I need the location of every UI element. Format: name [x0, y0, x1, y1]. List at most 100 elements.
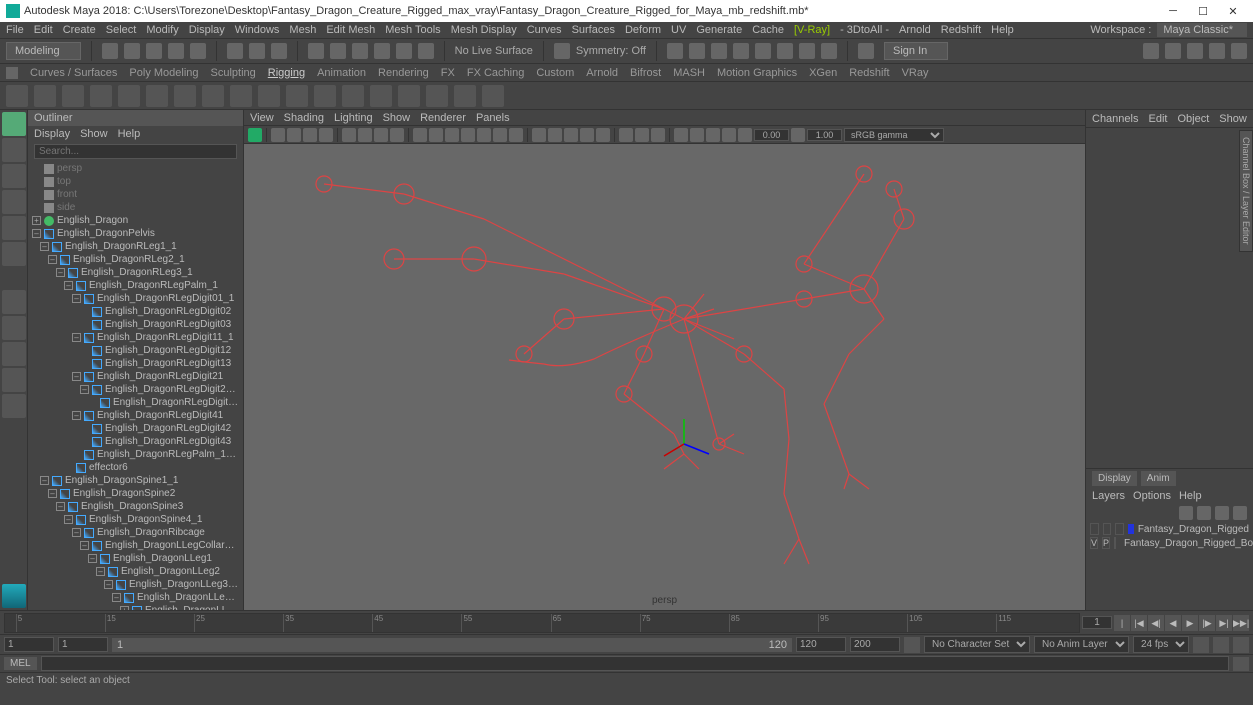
vp-icon-5[interactable] — [319, 128, 333, 142]
layer-menu-options[interactable]: Options — [1133, 490, 1171, 502]
hypershade-icon[interactable] — [858, 43, 874, 59]
shelf-icon-5[interactable] — [118, 85, 140, 107]
expander-icon[interactable]: – — [72, 333, 81, 342]
outputs-icon[interactable] — [711, 43, 727, 59]
menu-edit[interactable]: Edit — [34, 24, 53, 36]
menu-generate[interactable]: Generate — [696, 24, 742, 36]
layer-type[interactable] — [1115, 523, 1124, 535]
menu-redshift[interactable]: Redshift — [941, 24, 981, 36]
expander-icon[interactable]: – — [48, 489, 57, 498]
tab-anim[interactable]: Anim — [1141, 471, 1176, 486]
layout4-icon[interactable] — [1209, 43, 1225, 59]
goto-end-button[interactable]: ▶▶| — [1233, 615, 1249, 631]
layer-menu-help[interactable]: Help — [1179, 490, 1202, 502]
layer-icon-3[interactable] — [1215, 506, 1229, 520]
vp-icon-13[interactable] — [461, 128, 475, 142]
viewport-menu-panels[interactable]: Panels — [476, 112, 510, 124]
tree-item[interactable]: –English_DragonSpine4_1 — [28, 513, 243, 526]
layout-tool-5[interactable] — [2, 394, 26, 418]
layout-tool-1[interactable] — [2, 290, 26, 314]
time-ruler[interactable]: 5152535455565758595105115 — [4, 613, 1080, 633]
loop-icon[interactable] — [1193, 637, 1209, 653]
shelf-icon-1[interactable] — [6, 85, 28, 107]
layer-play[interactable] — [1103, 523, 1112, 535]
save-scene-icon[interactable] — [146, 43, 162, 59]
construction-icon[interactable] — [733, 43, 749, 59]
tree-item[interactable]: –English_DragonRLegDigit01_1 — [28, 292, 243, 305]
layer-play[interactable]: P — [1102, 537, 1110, 549]
menu-help[interactable]: Help — [991, 24, 1014, 36]
shelf-icon-14[interactable] — [370, 85, 392, 107]
tree-item[interactable]: side — [28, 201, 243, 214]
viewport-menu-shading[interactable]: Shading — [284, 112, 324, 124]
tab-animation[interactable]: Animation — [317, 67, 366, 79]
prefs-icon[interactable] — [1233, 637, 1249, 653]
script-editor-icon[interactable] — [1233, 657, 1249, 671]
tree-item[interactable]: –English_DragonRLegDigit11_1 — [28, 331, 243, 344]
move-tool[interactable] — [2, 190, 26, 214]
mode-dropdown[interactable]: Modeling — [6, 42, 81, 60]
cg-icon[interactable] — [667, 43, 683, 59]
outliner-menu-show[interactable]: Show — [80, 128, 108, 140]
vp-icon-20[interactable] — [580, 128, 594, 142]
range-icon-1[interactable] — [904, 637, 920, 653]
vp-icon-7[interactable] — [358, 128, 372, 142]
snap-grid-icon[interactable] — [308, 43, 324, 59]
goto-start-button[interactable]: |◀◀ — [1114, 615, 1130, 631]
character-set-dropdown[interactable]: No Character Set — [924, 636, 1030, 653]
range-start-input[interactable] — [58, 637, 108, 652]
expander-icon[interactable]: – — [72, 294, 81, 303]
tree-item[interactable]: –English_DragonRibcage — [28, 526, 243, 539]
expander-icon[interactable]: – — [56, 268, 65, 277]
layer-row[interactable]: VPFantasy_Dragon_Rigged_Bone — [1086, 536, 1253, 550]
shelf-icon-4[interactable] — [90, 85, 112, 107]
shelf-icon-13[interactable] — [342, 85, 364, 107]
menu-select[interactable]: Select — [106, 24, 137, 36]
tab-motiongraphics[interactable]: Motion Graphics — [717, 67, 797, 79]
expander-icon[interactable]: – — [32, 229, 41, 238]
signin-dropdown[interactable]: Sign In — [884, 42, 948, 60]
menu-vray[interactable]: [V-Ray] — [794, 24, 830, 36]
tree-item[interactable]: English_DragonRLegDigit13 — [28, 357, 243, 370]
tree-item[interactable]: English_DragonRLegDigit23_1 — [28, 396, 243, 409]
tree-item[interactable]: +English_DragonLLegDig — [28, 604, 243, 610]
step-forward-key-button[interactable]: ▶| — [1216, 615, 1232, 631]
tree-item[interactable]: +English_Dragon — [28, 214, 243, 227]
tab-custom[interactable]: Custom — [536, 67, 574, 79]
outliner-menu-help[interactable]: Help — [118, 128, 141, 140]
play-forward-button[interactable]: ▶ — [1182, 615, 1198, 631]
layer-type[interactable] — [1114, 537, 1116, 549]
expander-icon[interactable]: – — [72, 528, 81, 537]
menu-surfaces[interactable]: Surfaces — [572, 24, 615, 36]
tab-display[interactable]: Display — [1092, 471, 1137, 486]
vp-icon-27[interactable] — [706, 128, 720, 142]
vp-icon-11[interactable] — [429, 128, 443, 142]
expander-icon[interactable]: – — [40, 476, 49, 485]
select-tool[interactable] — [2, 112, 26, 136]
menu-editmesh[interactable]: Edit Mesh — [326, 24, 375, 36]
shelf-icon-6[interactable] — [146, 85, 168, 107]
layout2-icon[interactable] — [1165, 43, 1181, 59]
channel-menu-show[interactable]: Show — [1219, 113, 1247, 125]
expander-icon[interactable]: – — [64, 515, 73, 524]
expander-icon[interactable]: – — [64, 281, 73, 290]
shelf-icon-8[interactable] — [202, 85, 224, 107]
shelf-icon-16[interactable] — [426, 85, 448, 107]
viewport-3d[interactable]: persp — [244, 144, 1085, 610]
inputs-icon[interactable] — [689, 43, 705, 59]
tree-item[interactable]: –English_DragonSpine1_1 — [28, 474, 243, 487]
tree-item[interactable]: –English_DragonLLeg2 — [28, 565, 243, 578]
shelf-menu-icon[interactable] — [6, 67, 18, 79]
tab-vray[interactable]: VRay — [902, 67, 929, 79]
vp-icon-6[interactable] — [342, 128, 356, 142]
tree-item[interactable]: English_DragonRLegDigit03 — [28, 318, 243, 331]
menu-create[interactable]: Create — [63, 24, 96, 36]
render-icon[interactable] — [755, 43, 771, 59]
close-button[interactable]: ✕ — [1219, 2, 1247, 20]
expander-icon[interactable]: – — [96, 567, 105, 576]
undo-icon[interactable] — [168, 43, 184, 59]
workspace-dropdown[interactable]: Maya Classic* — [1157, 23, 1247, 37]
tab-curvessurfaces[interactable]: Curves / Surfaces — [30, 67, 117, 79]
paint-select-tool[interactable] — [2, 164, 26, 188]
viewport-menu-lighting[interactable]: Lighting — [334, 112, 373, 124]
